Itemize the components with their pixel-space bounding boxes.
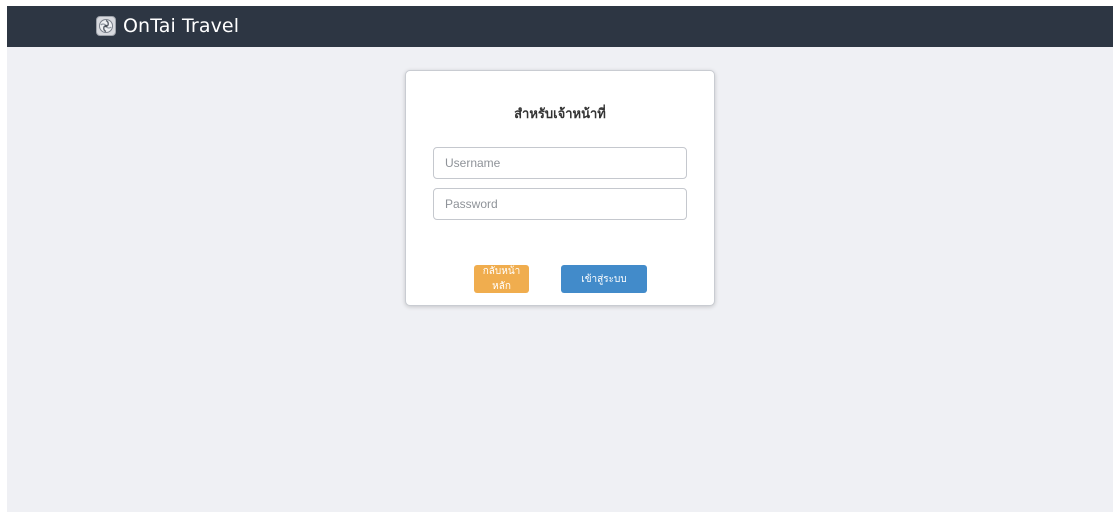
back-to-home-button[interactable]: กลับหน้าหลัก: [474, 265, 529, 293]
username-input[interactable]: [433, 147, 687, 179]
swirl-logo-icon: [96, 16, 116, 36]
login-card-title: สำหรับเจ้าหน้าที่: [514, 107, 606, 122]
login-button[interactable]: เข้าสู่ระบบ: [561, 265, 647, 293]
login-card: สำหรับเจ้าหน้าที่ กลับหน้าหลัก เข้าสู่ระ…: [405, 70, 715, 306]
password-input[interactable]: [433, 188, 687, 220]
brand[interactable]: OnTai Travel: [96, 12, 239, 40]
top-navbar: OnTai Travel: [7, 6, 1113, 47]
page-frame: OnTai Travel สำหรับเจ้าหน้าที่ กลับหน้าห…: [7, 6, 1113, 512]
brand-name: OnTai Travel: [123, 15, 240, 37]
